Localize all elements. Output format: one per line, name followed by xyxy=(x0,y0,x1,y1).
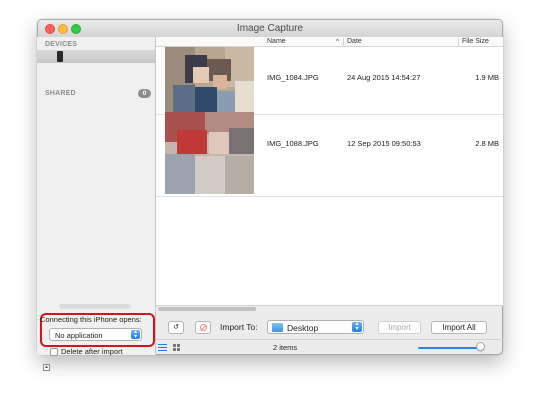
connect-app-value: No application xyxy=(55,330,103,340)
connect-app-select[interactable]: No application ▴ ▾ xyxy=(49,328,142,341)
import-all-button[interactable]: Import All xyxy=(431,321,487,334)
column-date[interactable]: Date xyxy=(347,38,362,45)
rotate-icon: ↺ xyxy=(173,324,179,331)
import-to-label: Import To: xyxy=(220,322,258,332)
photo-thumbnail[interactable] xyxy=(165,112,254,194)
photo-thumbnail[interactable] xyxy=(165,47,254,112)
thumbnail-size-knob[interactable] xyxy=(476,342,486,351)
column-divider xyxy=(343,38,344,46)
thumbnail-size-fill xyxy=(418,347,481,349)
items-count: 2 items xyxy=(273,343,298,352)
device-info-placeholder xyxy=(59,304,131,309)
statusbar-divider xyxy=(156,339,503,340)
chevron-updown-icon: ▴ ▾ xyxy=(131,329,140,340)
delete-icon xyxy=(199,324,207,331)
sidebar-item-iphone[interactable] xyxy=(37,50,155,63)
column-name[interactable]: Name xyxy=(267,38,286,45)
thumbnail-size-slider[interactable] xyxy=(418,347,484,349)
eject-icon[interactable]: ▲ xyxy=(43,364,50,371)
column-divider xyxy=(458,38,459,46)
list-view-icon[interactable] xyxy=(158,344,167,351)
delete-button[interactable] xyxy=(195,321,211,334)
icon-view-icon[interactable] xyxy=(173,344,180,351)
sidebar: DEVICES SHARED 0 Connecting this iPhone … xyxy=(37,37,156,371)
delete-after-import-label: Delete after import xyxy=(61,347,123,356)
rotate-left-button[interactable]: ↺ xyxy=(168,321,184,334)
file-list: Name ^ Date File Size IMG_1084.JPG 24 Au… xyxy=(156,37,503,305)
horizontal-scrollbar[interactable] xyxy=(158,307,256,311)
chevron-updown-icon: ▴ ▾ xyxy=(352,321,362,332)
toolbar-divider xyxy=(156,305,503,306)
devices-header: DEVICES xyxy=(45,41,78,48)
import-destination-select[interactable]: Desktop ▴ ▾ xyxy=(267,320,364,334)
row-size: 2.8 MB xyxy=(475,139,499,148)
connect-label: Connecting this iPhone opens: xyxy=(40,315,142,324)
sort-ascending-icon: ^ xyxy=(336,38,339,45)
row-size: 1.9 MB xyxy=(475,73,499,82)
row-name: IMG_1084.JPG xyxy=(267,73,319,82)
row-date: 12 Sep 2015 09:50:53 xyxy=(347,139,421,148)
row-name: IMG_1088.JPG xyxy=(267,139,319,148)
shared-header: SHARED xyxy=(45,90,76,97)
import-button[interactable]: Import xyxy=(378,321,421,334)
shared-count-badge: 0 xyxy=(138,89,151,98)
phone-icon xyxy=(57,51,63,62)
import-destination-value: Desktop xyxy=(287,323,319,333)
column-file-size[interactable]: File Size xyxy=(462,38,489,45)
delete-after-import-checkbox[interactable] xyxy=(50,348,58,356)
row-date: 24 Aug 2015 14:54:27 xyxy=(347,73,421,82)
column-header: Name ^ Date File Size xyxy=(156,37,503,47)
folder-icon xyxy=(272,323,283,332)
